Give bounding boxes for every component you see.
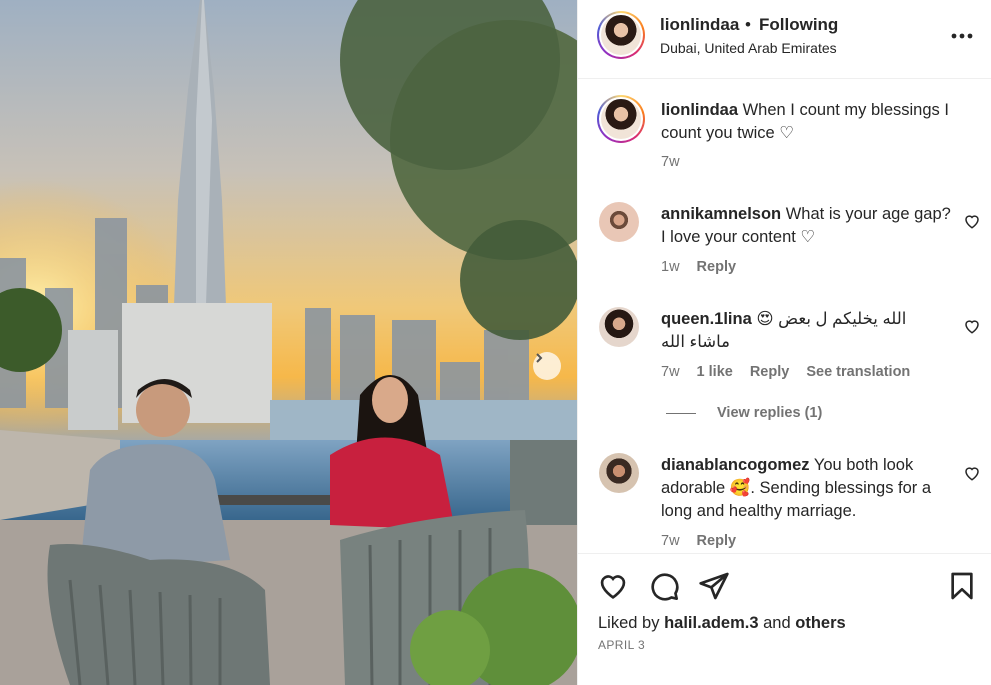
post-header: lionlindaa • Following Dubai, United Ara… — [578, 0, 991, 79]
caption-meta: 7w — [661, 154, 697, 170]
post-location[interactable]: Dubai, United Arab Emirates — [660, 40, 837, 56]
see-translation-button[interactable]: See translation — [806, 364, 910, 380]
post-actions: Liked by halil.adem.3 and others APRIL 3 — [578, 553, 991, 685]
comment-time[interactable]: 1w — [661, 259, 680, 275]
reply-button[interactable]: Reply — [697, 259, 737, 275]
comment-meta: 7w Reply — [661, 533, 753, 549]
share-icon[interactable] — [698, 570, 730, 602]
comment-likes[interactable]: 1 like — [697, 364, 733, 380]
more-horizontal-icon — [951, 33, 973, 39]
reply-button[interactable]: Reply — [697, 533, 737, 549]
comment-time[interactable]: 7w — [661, 364, 680, 380]
comment-icon[interactable] — [648, 570, 680, 602]
reply-button[interactable]: Reply — [750, 364, 790, 380]
post-photo[interactable] — [0, 0, 577, 685]
view-replies-line — [666, 412, 696, 414]
photo-scene — [0, 0, 577, 685]
heart-icon[interactable] — [597, 570, 629, 602]
comment-time[interactable]: 7w — [661, 533, 680, 549]
commenter-avatar[interactable] — [599, 202, 639, 242]
caption-time[interactable]: 7w — [661, 154, 680, 170]
comment-text: queen.1lina 😍 الله يخليكم ل بعض ماشاء ال… — [661, 308, 951, 354]
comment-username[interactable]: dianablancogomez — [661, 456, 810, 474]
chevron-right-icon — [536, 353, 543, 363]
caption-text: lionlindaa When I count my blessings I c… — [661, 99, 951, 145]
header-separator: • — [745, 15, 751, 34]
view-replies-label: View replies (1) — [717, 405, 823, 421]
comment-username[interactable]: queen.1lina — [661, 310, 752, 328]
more-options-button[interactable] — [950, 24, 974, 48]
liked-by-and: and — [763, 614, 791, 632]
liked-by-prefix: Liked by — [598, 614, 660, 632]
post-details-panel: lionlindaa • Following Dubai, United Ara… — [577, 0, 991, 685]
comment-username[interactable]: annikamnelson — [661, 205, 781, 223]
commenter-avatar[interactable] — [599, 307, 639, 347]
heart-icon[interactable] — [963, 212, 981, 230]
next-photo-button[interactable] — [533, 352, 561, 380]
following-button[interactable]: Following — [759, 15, 838, 35]
liked-by-others[interactable]: others — [795, 614, 845, 632]
comment-meta: 7w 1 like Reply See translation — [661, 364, 927, 380]
comment-meta: 1w Reply — [661, 259, 753, 275]
bookmark-icon[interactable] — [946, 570, 978, 602]
commenter-avatar[interactable] — [599, 453, 639, 493]
view-replies-button[interactable]: View replies (1) — [666, 405, 822, 421]
comment-text: annikamnelson What is your age gap? I lo… — [661, 203, 951, 249]
heart-icon[interactable] — [963, 464, 981, 482]
liked-by: Liked by halil.adem.3 and others — [598, 614, 846, 633]
liked-by-user[interactable]: halil.adem.3 — [664, 614, 758, 632]
author-username[interactable]: lionlindaa — [660, 15, 739, 35]
caption-username[interactable]: lionlindaa — [661, 101, 738, 119]
author-avatar[interactable] — [597, 11, 645, 59]
heart-icon[interactable] — [963, 317, 981, 335]
caption-avatar[interactable] — [597, 95, 645, 143]
comment-text: dianablancogomez You both look adorable … — [661, 454, 951, 523]
post-date[interactable]: APRIL 3 — [598, 638, 645, 652]
